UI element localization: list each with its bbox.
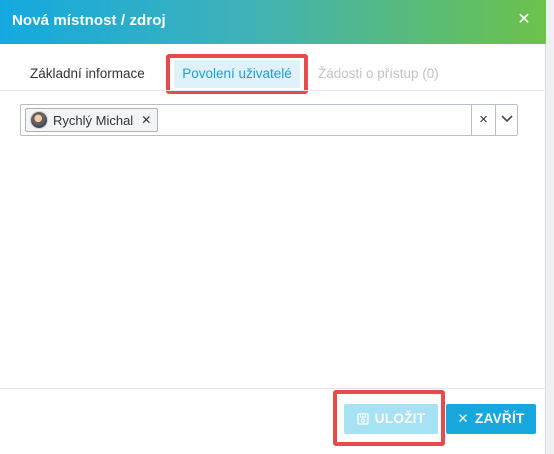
tab-divider xyxy=(0,90,546,91)
save-button[interactable]: ULOŽIT xyxy=(344,404,438,434)
dialog-title: Nová místnost / zdroj xyxy=(12,12,166,29)
remove-user-icon[interactable]: ✕ xyxy=(141,113,151,127)
tab-allowed-users[interactable]: Povolení uživatelé xyxy=(166,54,308,94)
tab-access-requests: Žádosti o přístup (0) xyxy=(318,66,439,81)
tab-bar: Základní informace Povolení uživatelé Žá… xyxy=(0,54,546,94)
new-room-dialog: Nová místnost / zdroj ✕ Základní informa… xyxy=(0,0,546,454)
footer-divider xyxy=(0,388,546,389)
close-icon[interactable]: ✕ xyxy=(514,10,534,30)
chevron-down-icon[interactable] xyxy=(495,105,517,135)
selected-user-chip: Rychlý Michal ✕ xyxy=(25,108,159,132)
save-button-label: ULOŽIT xyxy=(374,411,426,426)
dialog-titlebar: Nová místnost / zdroj ✕ xyxy=(0,0,546,44)
selected-user-name: Rychlý Michal xyxy=(53,112,134,128)
user-avatar-icon xyxy=(30,111,48,129)
close-icon: ✕ xyxy=(457,411,470,426)
tab-basic-info[interactable]: Základní informace xyxy=(30,58,145,90)
clear-selection-button[interactable]: × xyxy=(471,105,495,135)
close-button-label: ZAVŘÍT xyxy=(475,411,525,426)
close-button[interactable]: ✕ ZAVŘÍT xyxy=(446,404,536,434)
allowed-users-select[interactable]: Rychlý Michal ✕ × xyxy=(20,104,518,136)
background-page-edge xyxy=(546,0,554,454)
save-icon xyxy=(357,413,369,425)
tab-allowed-users-label: Povolení uživatelé xyxy=(174,60,300,88)
